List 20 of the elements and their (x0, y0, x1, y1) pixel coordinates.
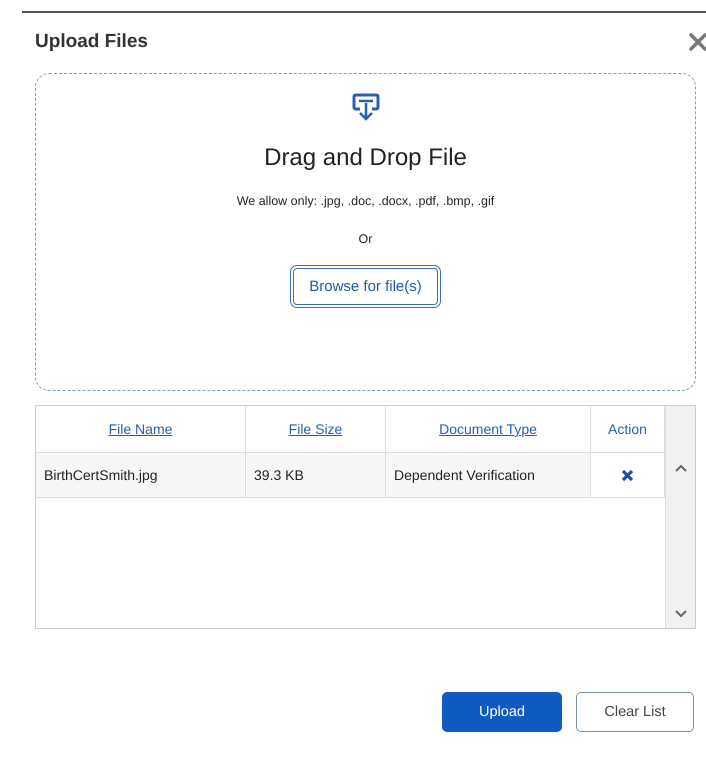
drop-heading: Drag and Drop File (264, 144, 467, 172)
upload-button[interactable]: Upload (442, 692, 562, 732)
allowed-types-text: We allow only: .jpg, .doc, .docx, .pdf, .bmp, .gif (236, 194, 494, 208)
table-cell: BirthCertSmith.jpg (36, 453, 246, 497)
remove-icon[interactable] (621, 468, 634, 482)
download-icon (350, 92, 380, 122)
column-header-link[interactable]: File Size (288, 421, 342, 437)
column-header-link[interactable]: Document Type (439, 421, 537, 437)
clear-list-button[interactable]: Clear List (576, 692, 694, 732)
dialog-title: Upload Files (35, 31, 148, 53)
close-icon[interactable] (688, 32, 706, 52)
drop-zone[interactable]: Drag and Drop File We allow only: .jpg, .doc, .docx, .pdf, .bmp, .gif Or Browse for file(s) (35, 73, 696, 391)
column-header: Action (608, 421, 647, 437)
or-text: Or (358, 232, 372, 246)
scrollbar[interactable] (665, 406, 695, 628)
table-cell: 39.3 KB (246, 453, 386, 497)
scroll-up-icon[interactable] (674, 464, 686, 472)
scroll-down-icon[interactable] (674, 610, 686, 618)
column-header-link[interactable]: File Name (108, 421, 172, 437)
browse-button[interactable]: Browse for file(s) (293, 268, 438, 305)
